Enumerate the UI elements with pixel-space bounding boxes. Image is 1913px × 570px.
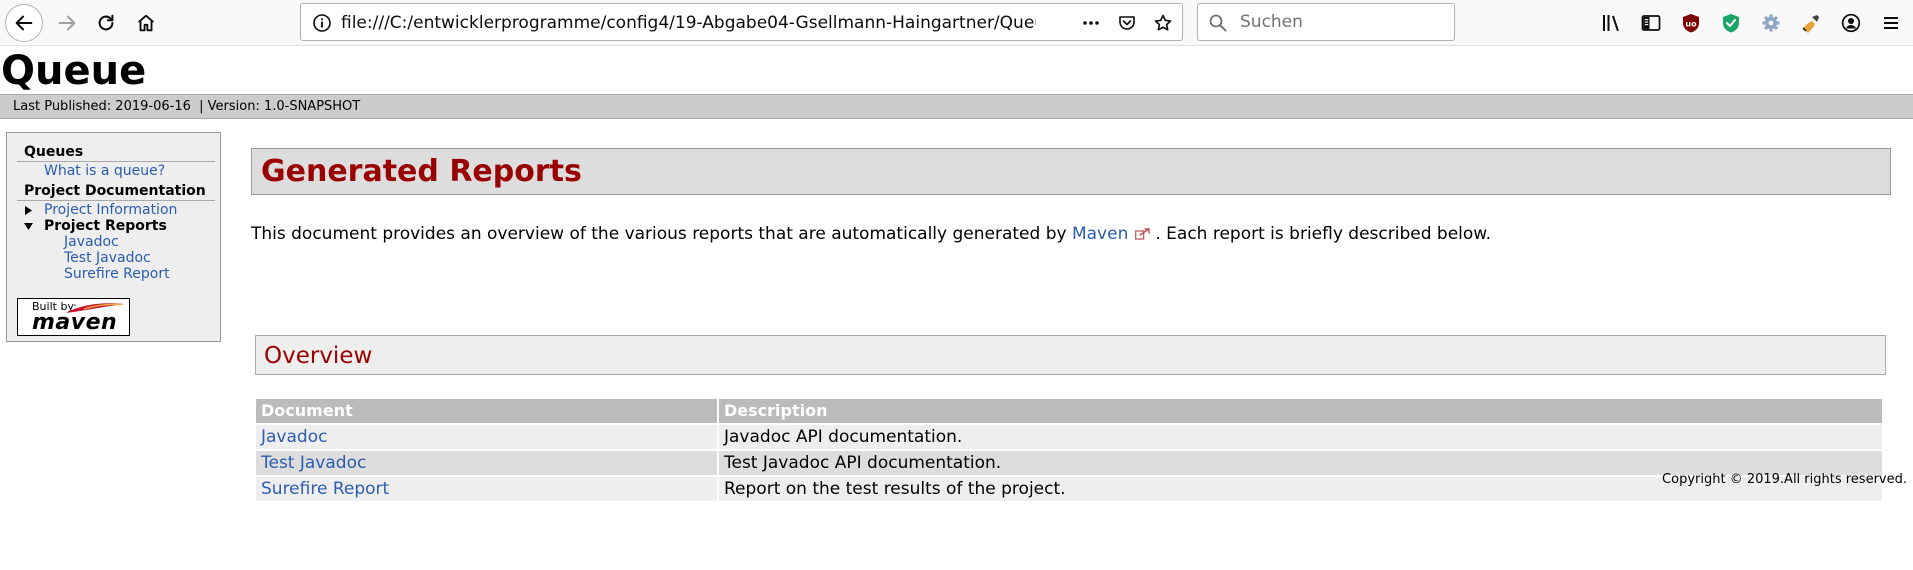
copyright-footer: Copyright © 2019.All rights reserved. <box>1662 472 1907 487</box>
reload-icon <box>98 14 114 31</box>
intro-text: This document provides an overview of th… <box>251 224 1072 244</box>
column-header-document: Document <box>256 399 717 423</box>
table-cell-document: Surefire Report <box>256 477 717 501</box>
settings-extension-button[interactable] <box>1751 7 1791 39</box>
nav-current: Project Reports <box>44 218 167 234</box>
reports-table: Document Description Javadoc Javadoc API… <box>254 397 1884 503</box>
search-bar[interactable] <box>1197 3 1455 41</box>
left-navigation: Queues What is a queue? Project Document… <box>6 132 221 342</box>
nav-link[interactable]: What is a queue? <box>44 163 165 179</box>
ublock-extension-button[interactable]: uo <box>1671 7 1711 39</box>
table-row: Javadoc Javadoc API documentation. <box>256 425 1882 449</box>
report-link-surefire-report[interactable]: Surefire Report <box>261 479 389 499</box>
site-title: Queue <box>1 48 147 94</box>
library-icon <box>1603 15 1619 32</box>
column-header-description: Description <box>719 399 1882 423</box>
library-button[interactable] <box>1591 7 1631 39</box>
search-input[interactable] <box>1238 10 1443 34</box>
account-icon <box>1841 13 1861 33</box>
external-link-icon <box>1135 228 1151 240</box>
star-icon <box>1154 14 1172 31</box>
table-cell-document: Test Javadoc <box>256 451 717 475</box>
pocket-icon <box>1119 16 1135 30</box>
report-link-test-javadoc[interactable]: Test Javadoc <box>261 453 366 473</box>
table-header-row: Document Description <box>256 399 1882 423</box>
browser-toolbar: file:///C:/entwicklerprogramme/config4/1… <box>0 0 1913 46</box>
intro-paragraph: This document provides an overview of th… <box>251 223 1891 245</box>
report-link-javadoc[interactable]: Javadoc <box>261 427 327 447</box>
green-shield-icon <box>1723 14 1739 33</box>
arrow-right-icon <box>58 15 76 31</box>
table-cell-document: Javadoc <box>256 425 717 449</box>
expanded-arrow-icon[interactable] <box>24 222 33 231</box>
nav-heading-project-documentation: Project Documentation <box>17 183 215 201</box>
arrow-left-icon <box>15 15 33 31</box>
account-button[interactable] <box>1831 7 1871 39</box>
nav-item-project-reports[interactable]: Project Reports <box>17 218 215 234</box>
eyedropper-extension-button[interactable] <box>1791 7 1831 39</box>
breadcrumb: Last Published: 2019-06-16 | Version: 1.… <box>0 94 1913 119</box>
nav-item-project-information[interactable]: Project Information <box>17 202 215 218</box>
gear-icon <box>1762 14 1780 32</box>
table-cell-description: Javadoc API documentation. <box>719 425 1882 449</box>
more-dots-icon <box>1083 21 1099 25</box>
nav-item-javadoc[interactable]: Javadoc <box>17 234 215 250</box>
url-text[interactable]: file:///C:/entwicklerprogramme/config4/1… <box>341 12 1036 34</box>
forward-button[interactable] <box>48 4 86 42</box>
privacy-extension-button[interactable] <box>1711 7 1751 39</box>
maven-wordmark: maven <box>32 310 118 335</box>
reload-button[interactable] <box>87 4 125 42</box>
ublock-shield-icon: uo <box>1683 14 1699 33</box>
subsection-header: Overview <box>255 335 1886 375</box>
built-by-maven-logo[interactable]: Built by: maven <box>17 298 130 336</box>
eyedropper-icon <box>1802 15 1819 33</box>
nav-link[interactable]: Test Javadoc <box>64 250 151 266</box>
collapsed-arrow-icon[interactable] <box>24 206 33 215</box>
table-row: Test Javadoc Test Javadoc API documentat… <box>256 451 1882 475</box>
overview-heading: Overview <box>264 343 373 369</box>
svg-text:uo: uo <box>1685 20 1697 29</box>
sidebar-icon <box>1641 15 1661 31</box>
intro-text-end: . Each report is briefly described below… <box>1155 224 1492 244</box>
nav-item-test-javadoc[interactable]: Test Javadoc <box>17 250 215 266</box>
nav-heading-queues: Queues <box>17 144 215 162</box>
page-content: Queue Last Published: 2019-06-16 | Versi… <box>0 47 1913 570</box>
home-icon <box>138 14 154 32</box>
hamburger-icon <box>1884 17 1898 29</box>
nav-item-surefire-report[interactable]: Surefire Report <box>17 266 215 282</box>
section-header: Generated Reports <box>251 148 1891 195</box>
nav-link[interactable]: Javadoc <box>64 234 119 250</box>
maven-link[interactable]: Maven <box>1072 224 1128 244</box>
page-heading: Generated Reports <box>261 154 582 189</box>
table-row: Surefire Report Report on the test resul… <box>256 477 1882 501</box>
info-icon[interactable] <box>312 13 332 33</box>
nav-link[interactable]: Surefire Report <box>64 266 170 282</box>
home-button[interactable] <box>127 4 165 42</box>
pocket-button[interactable] <box>1114 11 1140 35</box>
magnifier-icon <box>1209 14 1227 32</box>
nav-item-what-is-a-queue[interactable]: What is a queue? <box>17 163 215 179</box>
nav-link[interactable]: Project Information <box>44 202 177 218</box>
page-actions-button[interactable] <box>1078 11 1104 35</box>
back-button[interactable] <box>5 4 43 42</box>
url-bar[interactable]: file:///C:/entwicklerprogramme/config4/1… <box>300 3 1183 41</box>
bookmark-button[interactable] <box>1150 11 1176 35</box>
menu-button[interactable] <box>1876 7 1906 39</box>
sidebar-toggle-button[interactable] <box>1631 7 1671 39</box>
